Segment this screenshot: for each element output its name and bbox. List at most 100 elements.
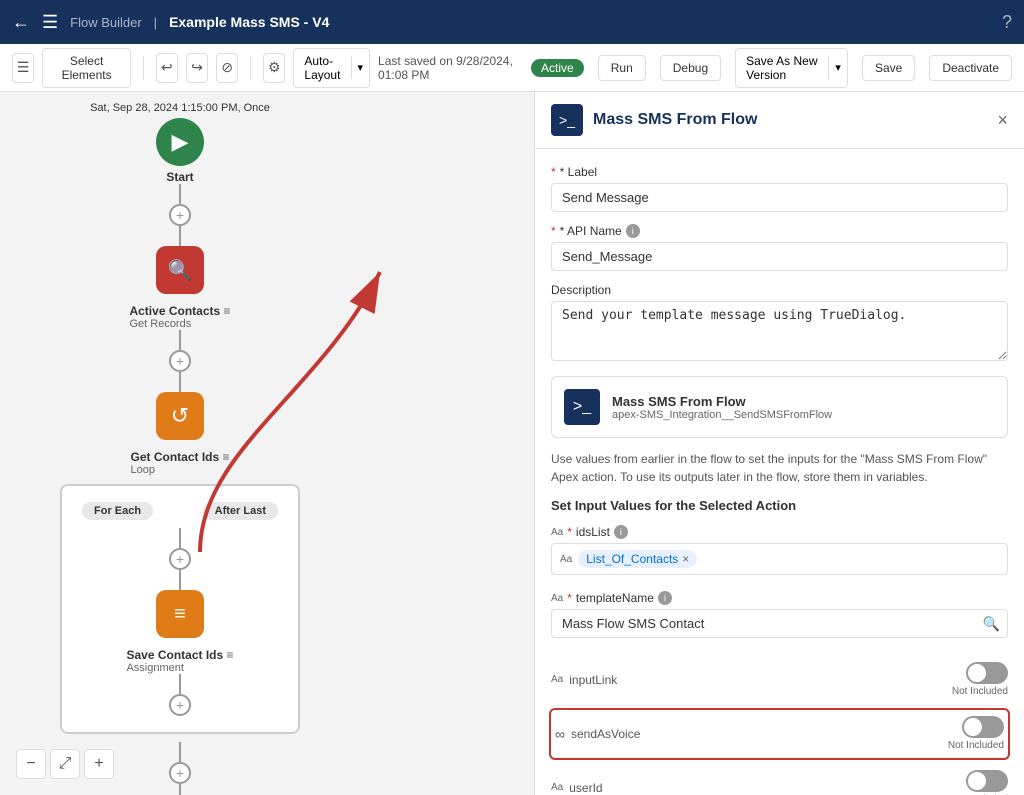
panel-close-button[interactable]: ×	[997, 110, 1008, 131]
redo-button[interactable]: ↪	[186, 53, 208, 83]
main-content: Sat, Sep 28, 2024 1:15:00 PM, Once ▶ Sta…	[0, 92, 1024, 795]
back-button[interactable]: ←	[12, 12, 30, 33]
auto-layout-label[interactable]: Auto-Layout	[294, 49, 350, 87]
flow-container: Sat, Sep 28, 2024 1:15:00 PM, Once ▶ Sta…	[60, 102, 300, 795]
add-after-loop[interactable]: +	[169, 762, 191, 784]
panel-body: * * Label * * API Name i Description Sen…	[535, 149, 1024, 795]
description-textarea[interactable]: Send your template message using TrueDia…	[551, 301, 1008, 361]
stop-button[interactable]: ⊘	[216, 53, 238, 83]
node-start[interactable]: Sat, Sep 28, 2024 1:15:00 PM, Once ▶ Sta…	[90, 102, 270, 246]
loop-box: For Each After Last + ≡ Save Contact Ids…	[60, 484, 300, 734]
info-text: Use values from earlier in the flow to s…	[551, 450, 1008, 486]
undo-button[interactable]: ↩	[156, 53, 178, 83]
ids-list-tag[interactable]: List_Of_Contacts ×	[578, 550, 697, 568]
node-assignment[interactable]: ≡ Save Contact Ids ≡ Assignment	[126, 590, 233, 674]
section-title: Set Input Values for the Selected Action	[551, 498, 1008, 513]
template-name-label: Aa * templateName i	[551, 591, 1008, 605]
description-field-label: Description	[551, 283, 1008, 297]
save-as-version-label[interactable]: Save As New Version	[736, 49, 828, 87]
settings-button[interactable]: ⚙	[263, 53, 285, 83]
nav-separator: |	[154, 15, 157, 30]
top-nav: ← ☰ Flow Builder | Example Mass SMS - V4…	[0, 0, 1024, 44]
connector-2	[179, 226, 181, 246]
last-saved-text: Last saved on 9/28/2024, 01:08 PM	[378, 54, 515, 82]
input-link-knob	[968, 664, 986, 682]
select-elements-label: Select Elements	[55, 54, 118, 82]
loop-label: Get Contact Ids ≡	[130, 450, 229, 464]
loop-connector-3	[179, 674, 181, 694]
input-link-row: Aa inputLink Not Included	[551, 654, 1008, 706]
run-button[interactable]: Run	[598, 55, 646, 81]
loop-labels: For Each After Last	[82, 502, 278, 520]
right-panel: >_ Mass SMS From Flow × * * Label * * AP…	[534, 92, 1024, 795]
add-after-contacts[interactable]: +	[169, 350, 191, 372]
panel-title: Mass SMS From Flow	[593, 111, 757, 129]
ids-list-input[interactable]: Aa List_Of_Contacts ×	[551, 543, 1008, 575]
after-last-label: After Last	[203, 502, 278, 520]
toolbar: ☰ Select Elements ↩ ↪ ⊘ ⚙ Auto-Layout ▾ …	[0, 44, 1024, 92]
connector-4	[179, 372, 181, 392]
assignment-label: Save Contact Ids ≡	[126, 648, 233, 662]
assignment-icon: ≡	[156, 590, 204, 638]
start-date: Sat, Sep 28, 2024 1:15:00 PM, Once	[90, 102, 270, 114]
apex-card-icon: >_	[564, 389, 600, 425]
template-name-wrapper: 🔍	[551, 609, 1008, 638]
save-button[interactable]: Save	[862, 55, 915, 81]
api-name-field-label: * * API Name i	[551, 224, 1008, 238]
user-id-knob	[968, 772, 986, 790]
deactivate-button[interactable]: Deactivate	[929, 55, 1012, 81]
select-elements-button[interactable]: Select Elements	[42, 48, 131, 88]
send-as-voice-row: ∞ sendAsVoice Not Included	[551, 710, 1008, 758]
send-as-voice-not-included: Not Included	[948, 740, 1004, 751]
loop-icon: ↺	[156, 392, 204, 440]
flow-name: Example Mass SMS - V4	[169, 14, 329, 30]
node-loop[interactable]: ↺ Get Contact Ids ≡ Loop For Each After …	[60, 392, 300, 795]
auto-layout-control[interactable]: Auto-Layout ▾	[293, 48, 370, 88]
panel-header-icon: >_	[551, 104, 583, 136]
apex-card-title: Mass SMS From Flow	[612, 394, 832, 409]
save-as-version-control[interactable]: Save As New Version ▾	[735, 48, 848, 88]
add-in-loop[interactable]: +	[169, 548, 191, 570]
label-input[interactable]	[551, 183, 1008, 212]
template-name-group: Aa * templateName i 🔍	[551, 591, 1008, 638]
send-as-voice-label: ∞ sendAsVoice	[555, 726, 948, 742]
app-title: Flow Builder	[70, 15, 142, 30]
send-as-voice-knob	[964, 718, 982, 736]
add-after-assignment[interactable]: +	[169, 694, 191, 716]
start-label: Start	[166, 170, 193, 184]
ids-list-tag-remove[interactable]: ×	[682, 552, 689, 566]
send-as-voice-toggle[interactable]	[962, 716, 1004, 738]
flow-canvas[interactable]: Sat, Sep 28, 2024 1:15:00 PM, Once ▶ Sta…	[0, 92, 534, 795]
canvas-controls: − ⤢ +	[16, 749, 114, 779]
ids-list-info-icon[interactable]: i	[614, 525, 628, 539]
input-link-toggle[interactable]	[966, 662, 1008, 684]
for-each-label: For Each	[82, 502, 153, 520]
user-id-toggle-wrapper: Not Included	[952, 770, 1008, 795]
save-as-version-dropdown[interactable]: ▾	[828, 56, 847, 79]
input-link-label: Aa inputLink	[551, 673, 952, 687]
input-link-toggle-wrapper: Not Included	[952, 662, 1008, 697]
auto-layout-dropdown[interactable]: ▾	[351, 56, 370, 79]
start-icon: ▶	[156, 118, 204, 166]
active-contacts-label: Active Contacts ≡	[129, 304, 230, 318]
label-field-label: * * Label	[551, 165, 1008, 179]
node-active-contacts[interactable]: 🔍 Active Contacts ≡ Get Records +	[129, 246, 230, 392]
debug-button[interactable]: Debug	[660, 55, 721, 81]
template-name-input[interactable]	[551, 609, 1008, 638]
toolbar-sep-2	[250, 56, 251, 80]
api-name-input[interactable]	[551, 242, 1008, 271]
help-icon[interactable]: ?	[1002, 12, 1012, 33]
toggle-sidebar-button[interactable]: ☰	[12, 53, 34, 83]
menu-icon[interactable]: ☰	[42, 12, 58, 33]
connector-3	[179, 330, 181, 350]
apex-action-card: >_ Mass SMS From Flow apex-SMS_Integrati…	[551, 376, 1008, 438]
template-name-info-icon[interactable]: i	[658, 591, 672, 605]
fit-screen-button[interactable]: ⤢	[50, 749, 80, 779]
zoom-in-button[interactable]: +	[84, 749, 114, 779]
zoom-out-button[interactable]: −	[16, 749, 46, 779]
user-id-toggle[interactable]	[966, 770, 1008, 792]
ids-list-label: Aa * idsList i	[551, 525, 1008, 539]
add-after-start[interactable]: +	[169, 204, 191, 226]
api-name-info-icon[interactable]: i	[626, 224, 640, 238]
connector-5	[179, 742, 181, 762]
